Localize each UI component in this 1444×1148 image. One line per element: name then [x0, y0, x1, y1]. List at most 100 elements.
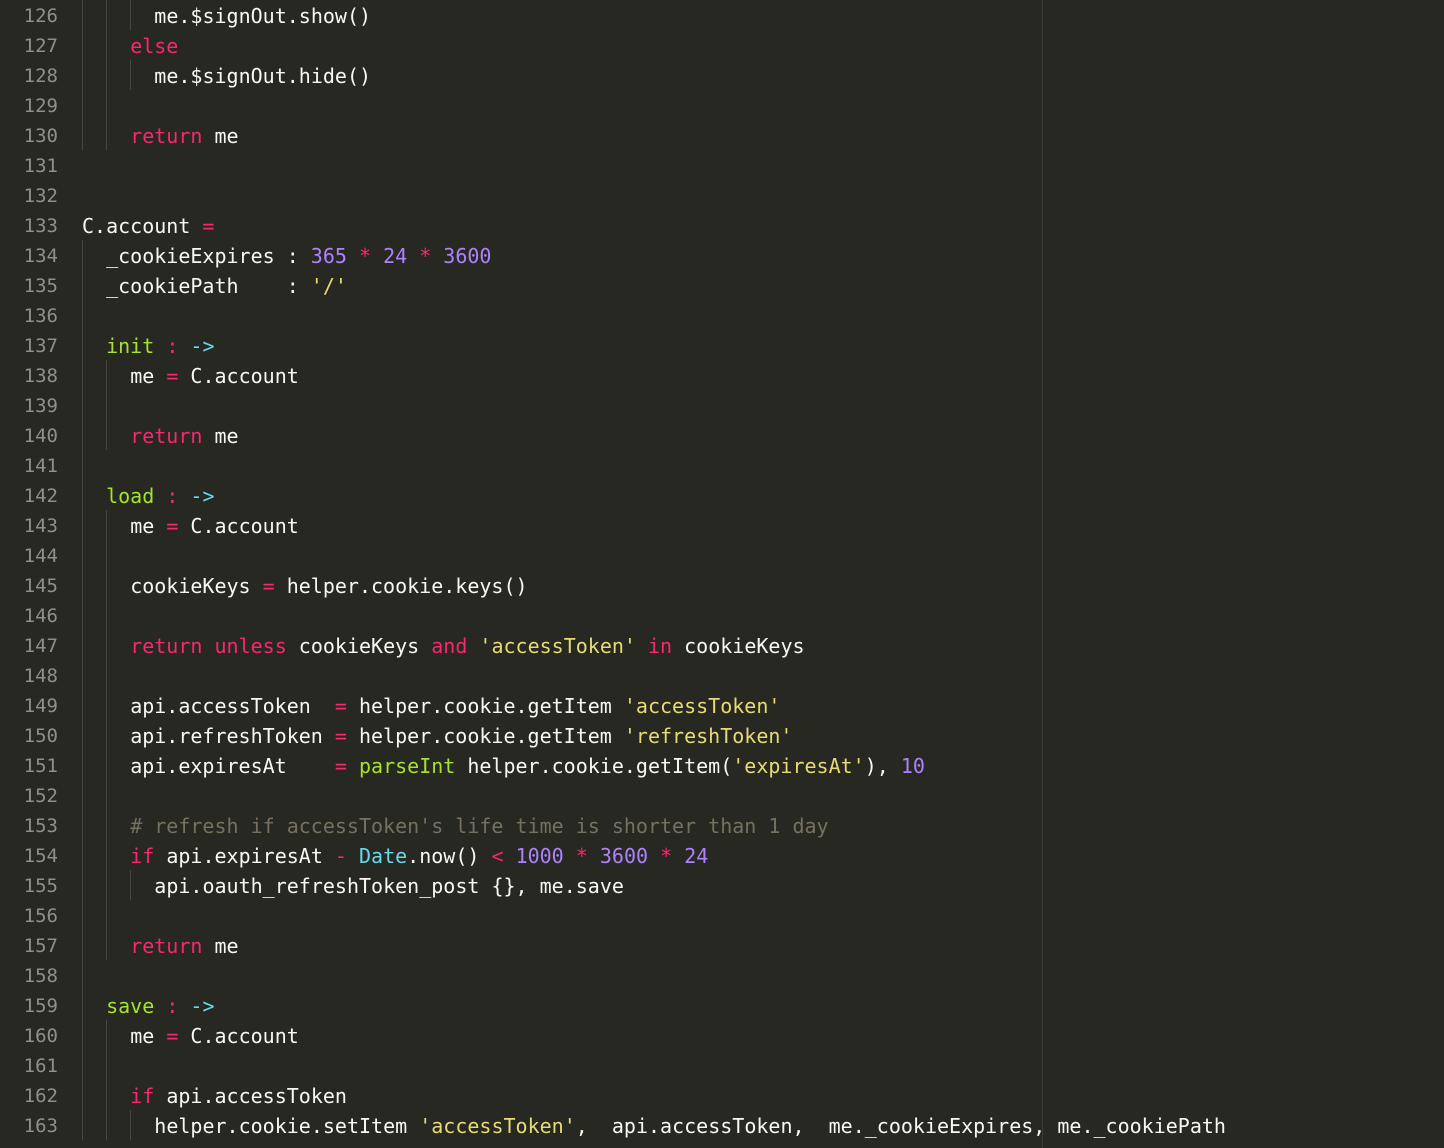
code-token: # refresh if accessToken's life time is … — [130, 814, 829, 838]
code-editor[interactable]: 126 127 128 129 130 131 132 133 134 135 136 137 138 1… — [0, 0, 1444, 1148]
code-line[interactable]: api.expiresAt = parseInt helper.cookie.g… — [130, 751, 925, 781]
code-token: me — [202, 124, 239, 148]
code-line[interactable]: return me — [130, 421, 238, 451]
code-token: else — [130, 34, 179, 58]
indent-guide — [106, 360, 107, 450]
code-token: * — [419, 244, 432, 268]
code-token: -> — [190, 484, 215, 508]
code-token: C.account — [178, 514, 299, 538]
code-token: = — [334, 724, 347, 748]
code-token: = — [334, 754, 347, 778]
code-line[interactable]: save : -> — [106, 991, 214, 1021]
code-token: ), — [864, 754, 901, 778]
code-token: .now() — [407, 844, 492, 868]
code-line[interactable]: _cookieExpires : 365 * 24 * 3600 — [106, 241, 491, 271]
code-token: '/' — [310, 274, 347, 298]
code-token: save — [106, 994, 155, 1018]
code-token: = — [334, 694, 347, 718]
code-line[interactable]: api.oauth_refreshToken_post {}, me.save — [154, 871, 624, 901]
code-token: : — [166, 484, 179, 508]
code-area[interactable]: me.$signOut.show() else me.$signOut.hide()… — [0, 0, 1444, 1148]
code-token: helper.cookie.getItem( — [455, 754, 733, 778]
code-line[interactable]: if api.accessToken — [130, 1081, 347, 1111]
code-token: = — [202, 214, 215, 238]
code-line[interactable]: helper.cookie.setItem 'accessToken', api… — [154, 1111, 1226, 1141]
code-line[interactable]: load : -> — [106, 481, 214, 511]
code-token: me — [130, 514, 167, 538]
indent-guide — [130, 60, 131, 90]
indent-guide — [82, 0, 83, 150]
code-token: * — [358, 244, 372, 268]
code-token: api.oauth_refreshToken_post {}, me.save — [154, 874, 624, 898]
code-line[interactable]: if api.expiresAt - Date.now() < 1000 * 3… — [130, 841, 708, 871]
code-token: = — [166, 514, 179, 538]
code-token: 10 — [900, 754, 925, 778]
code-token: cookieKeys — [286, 634, 432, 658]
code-token: = — [262, 574, 275, 598]
code-line[interactable]: init : -> — [106, 331, 214, 361]
code-token: - — [334, 844, 347, 868]
code-token: _cookieExpires : — [106, 244, 311, 268]
code-line[interactable]: me.$signOut.hide() — [154, 61, 371, 91]
code-token: me — [130, 364, 167, 388]
code-token: , api.accessToken, me._cookieExpires, me… — [575, 1114, 1226, 1138]
code-token: if — [130, 1084, 155, 1108]
code-token: : — [166, 334, 179, 358]
code-token: return — [130, 934, 203, 958]
code-line[interactable]: return me — [130, 121, 238, 151]
code-line[interactable]: return me — [130, 931, 238, 961]
code-token: 365 — [310, 244, 347, 268]
code-token: 24 — [383, 244, 408, 268]
code-token: cookieKeys — [130, 574, 263, 598]
code-line[interactable]: else — [130, 31, 178, 61]
code-line[interactable]: return unless cookieKeys and 'accessToke… — [130, 631, 804, 661]
indent-guide — [130, 870, 131, 900]
code-line[interactable]: C.account = — [82, 211, 214, 241]
code-line[interactable]: me = C.account — [130, 361, 299, 391]
code-token: = — [166, 1024, 179, 1048]
code-token: api.accessToken — [130, 694, 335, 718]
code-line[interactable]: me = C.account — [130, 1021, 299, 1051]
code-token: < — [491, 844, 504, 868]
code-token: 'accessToken' — [623, 694, 781, 718]
code-line[interactable]: api.refreshToken = helper.cookie.getItem… — [130, 721, 792, 751]
code-token: 'refreshToken' — [623, 724, 793, 748]
code-line[interactable]: me = C.account — [130, 511, 299, 541]
code-line[interactable]: _cookiePath : '/' — [106, 271, 347, 301]
indent-guide — [130, 0, 131, 30]
code-token: 3600 — [599, 844, 649, 868]
code-token: helper.cookie.setItem — [154, 1114, 420, 1138]
code-token: C.account — [178, 1024, 299, 1048]
code-token: -> — [190, 994, 215, 1018]
code-token: C.account — [82, 214, 203, 238]
code-token: parseInt — [358, 754, 456, 778]
code-token: 24 — [684, 844, 709, 868]
code-line[interactable]: api.accessToken = helper.cookie.getItem … — [130, 691, 780, 721]
code-token: api.accessToken — [154, 1084, 347, 1108]
code-token: helper.cookie.getItem — [346, 724, 624, 748]
code-token: api.refreshToken — [130, 724, 335, 748]
code-token: : — [166, 994, 179, 1018]
code-token: 3600 — [443, 244, 492, 268]
code-token: * — [575, 844, 588, 868]
code-line[interactable]: cookieKeys = helper.cookie.keys() — [130, 571, 527, 601]
code-token: * — [660, 844, 673, 868]
code-token: 'expiresAt' — [732, 754, 865, 778]
code-line[interactable]: me.$signOut.show() — [154, 1, 371, 31]
code-token: in — [648, 634, 673, 658]
code-line[interactable]: # refresh if accessToken's life time is … — [130, 811, 828, 841]
code-token: and — [431, 634, 468, 658]
code-token: helper.cookie.keys() — [274, 574, 528, 598]
code-token: return — [130, 124, 203, 148]
